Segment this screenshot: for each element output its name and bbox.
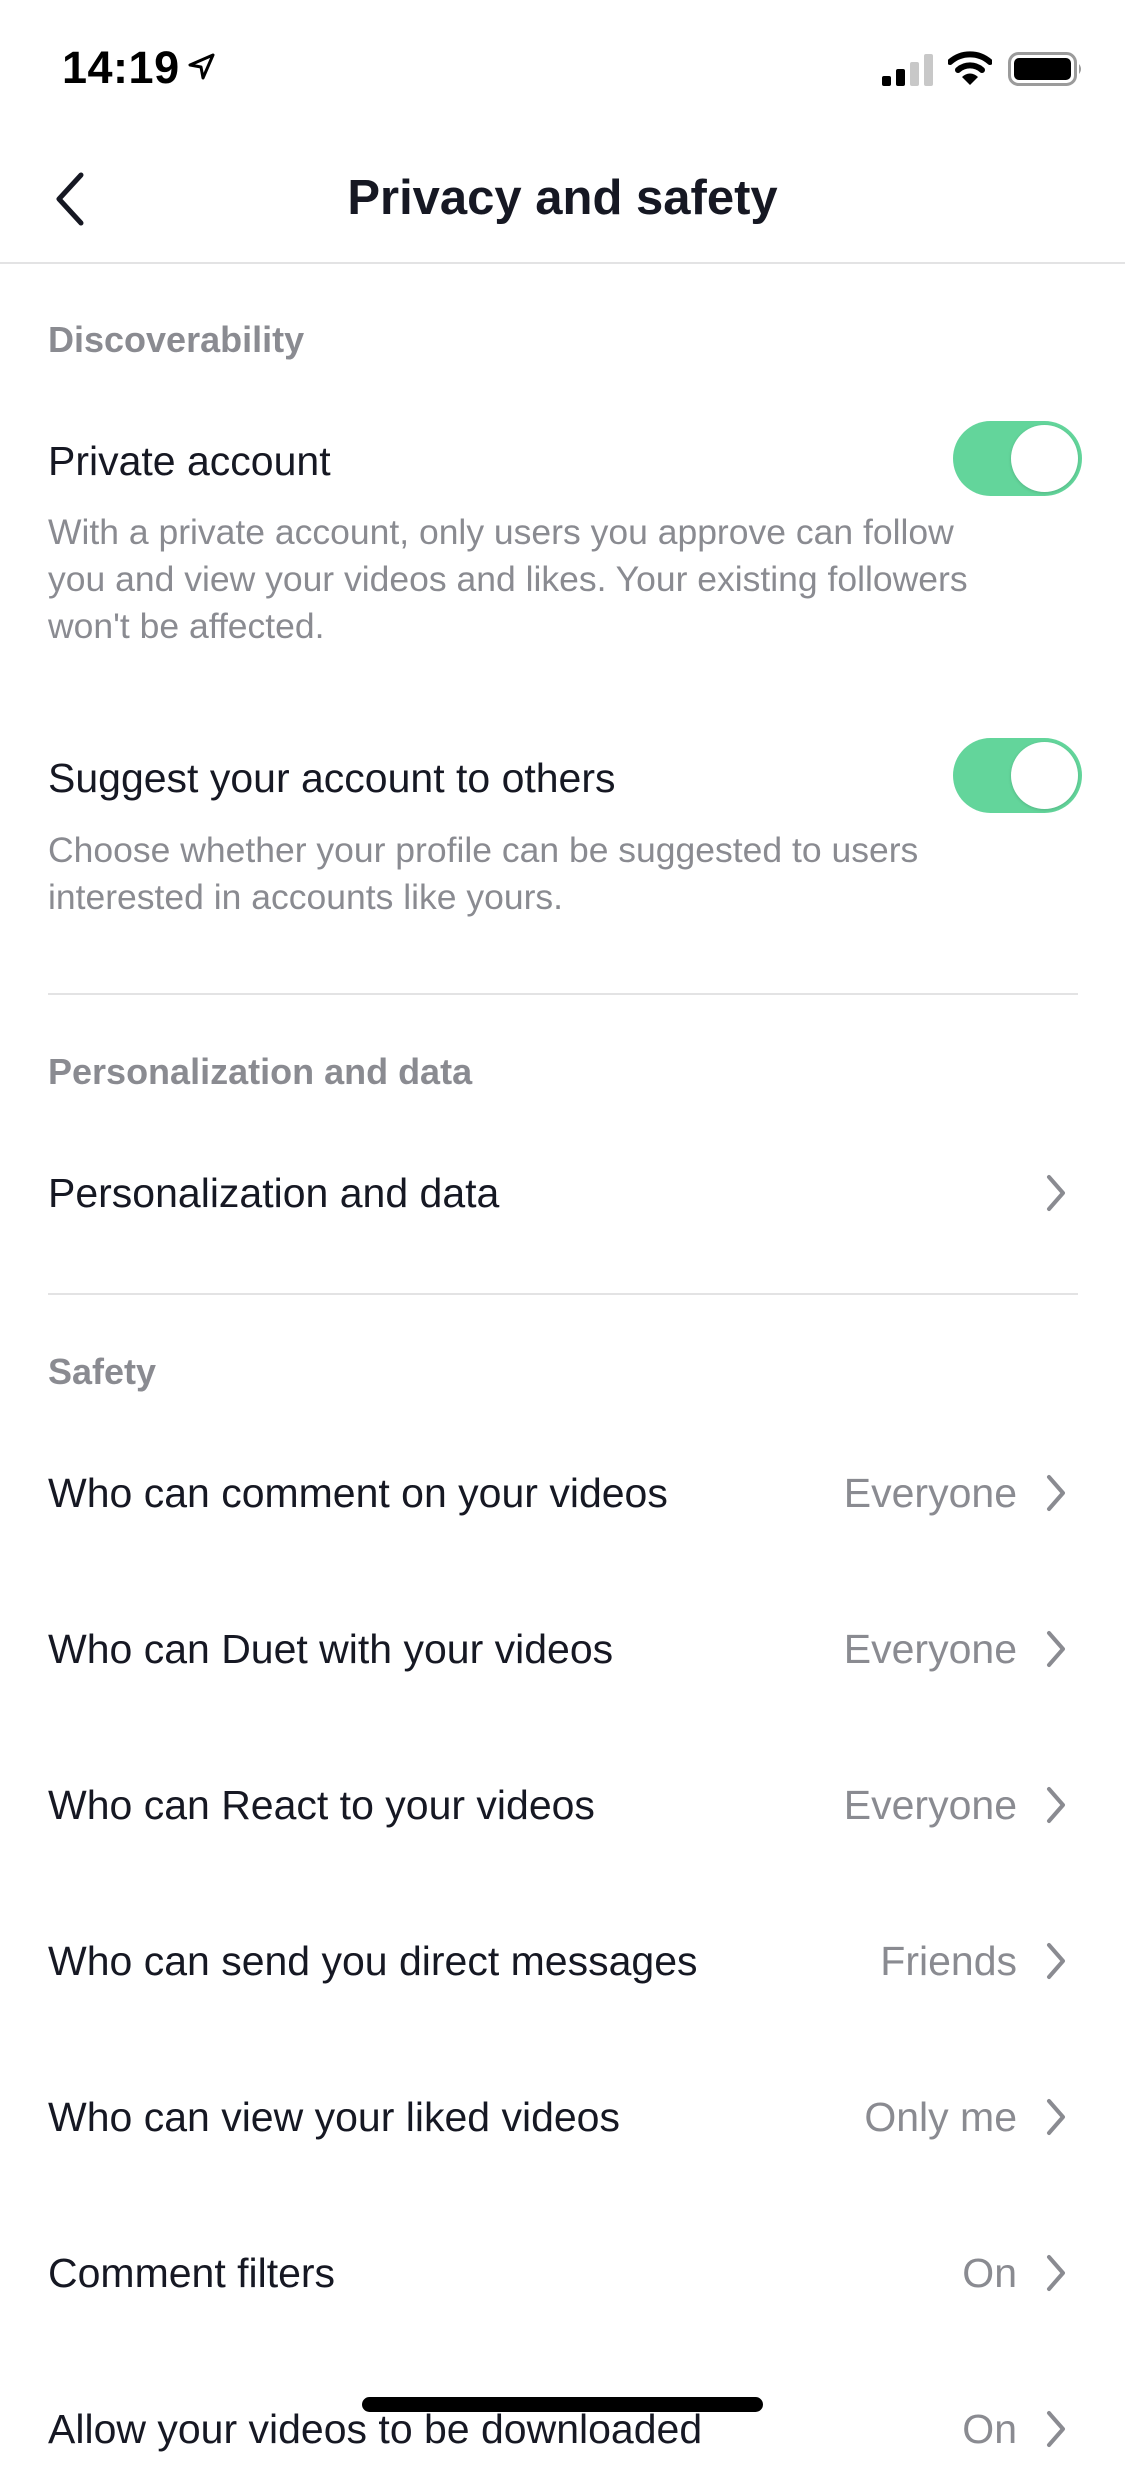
- section-title-discoverability: Discoverability: [48, 319, 305, 360]
- section-divider: [48, 993, 1078, 995]
- row-label: Personalization and data: [48, 1170, 500, 1216]
- safety-row[interactable]: Who can React to your videos Everyone: [0, 1745, 1125, 1865]
- suggest-account-label: Suggest your account to others: [48, 755, 616, 801]
- row-value: Only me: [864, 2094, 1017, 2140]
- safety-row[interactable]: Who can send you direct messages Friends: [0, 1901, 1125, 2021]
- description-line: won't be affected.: [48, 606, 325, 646]
- suggest-account-toggle[interactable]: [953, 738, 1082, 813]
- row-value: Everyone: [843, 1470, 1017, 1516]
- chevron-right-icon: [1047, 1631, 1065, 1667]
- chevron-right-icon: [1047, 1475, 1065, 1511]
- row-value: Everyone: [843, 1782, 1017, 1828]
- chevron-right-icon: [1047, 1175, 1065, 1211]
- description-line: interested in accounts like yours.: [48, 877, 564, 917]
- description-line: Choose whether your profile can be sugge…: [48, 830, 919, 870]
- signal-bar-4: [924, 54, 933, 86]
- safety-row[interactable]: Who can view your liked videos Only me: [0, 2057, 1125, 2177]
- toggle-knob: [1011, 425, 1078, 492]
- personalization-row[interactable]: Personalization and data: [0, 1140, 1125, 1246]
- row-label: Who can comment on your videos: [48, 1470, 668, 1516]
- safety-row[interactable]: Allow your videos to be downloaded On: [0, 2369, 1125, 2489]
- chevron-right-icon: [1047, 2255, 1065, 2291]
- row-label: Who can React to your videos: [48, 1782, 595, 1828]
- signal-bar-1: [882, 76, 891, 86]
- page-title: Privacy and safety: [347, 171, 778, 225]
- section-divider: [48, 1293, 1078, 1295]
- row-value: On: [962, 2406, 1017, 2452]
- section-title-personalization: Personalization and data: [48, 1051, 473, 1092]
- private-account-label: Private account: [48, 438, 331, 484]
- row-label: Who can send you direct messages: [48, 1938, 698, 1984]
- description-line: you and view your videos and likes. Your…: [48, 559, 968, 599]
- chevron-right-icon: [1047, 1787, 1065, 1823]
- private-account-description: With a private account, only users you a…: [48, 509, 1068, 650]
- private-account-toggle[interactable]: [953, 421, 1082, 496]
- chevron-right-icon: [1047, 2411, 1065, 2447]
- row-value: On: [962, 2250, 1017, 2296]
- section-title-safety: Safety: [48, 1351, 157, 1392]
- safety-row[interactable]: Who can comment on your videos Everyone: [0, 1433, 1125, 1553]
- header-divider: [0, 262, 1125, 264]
- row-value: Everyone: [843, 1626, 1017, 1672]
- battery-icon: [1008, 52, 1081, 86]
- wifi-icon: [948, 51, 992, 85]
- chevron-right-icon: [1047, 2099, 1065, 2135]
- safety-row[interactable]: Who can Duet with your videos Everyone: [0, 1589, 1125, 1709]
- signal-bar-3: [910, 62, 919, 86]
- row-label: Who can Duet with your videos: [48, 1626, 614, 1672]
- chevron-right-icon: [1047, 1943, 1065, 1979]
- home-indicator[interactable]: [362, 2397, 763, 2412]
- description-line: With a private account, only users you a…: [48, 512, 954, 552]
- safety-row[interactable]: Comment filters On: [0, 2213, 1125, 2333]
- signal-bar-2: [896, 69, 905, 86]
- cellular-signal-icon: [882, 54, 933, 86]
- row-label: Who can view your liked videos: [48, 2094, 620, 2140]
- row-label: Comment filters: [48, 2250, 336, 2296]
- status-time: 14:19: [62, 42, 180, 93]
- row-value: Friends: [880, 1938, 1017, 1984]
- toggle-knob: [1011, 742, 1078, 809]
- location-arrow-icon: [188, 53, 215, 80]
- suggest-account-description: Choose whether your profile can be sugge…: [48, 827, 1068, 921]
